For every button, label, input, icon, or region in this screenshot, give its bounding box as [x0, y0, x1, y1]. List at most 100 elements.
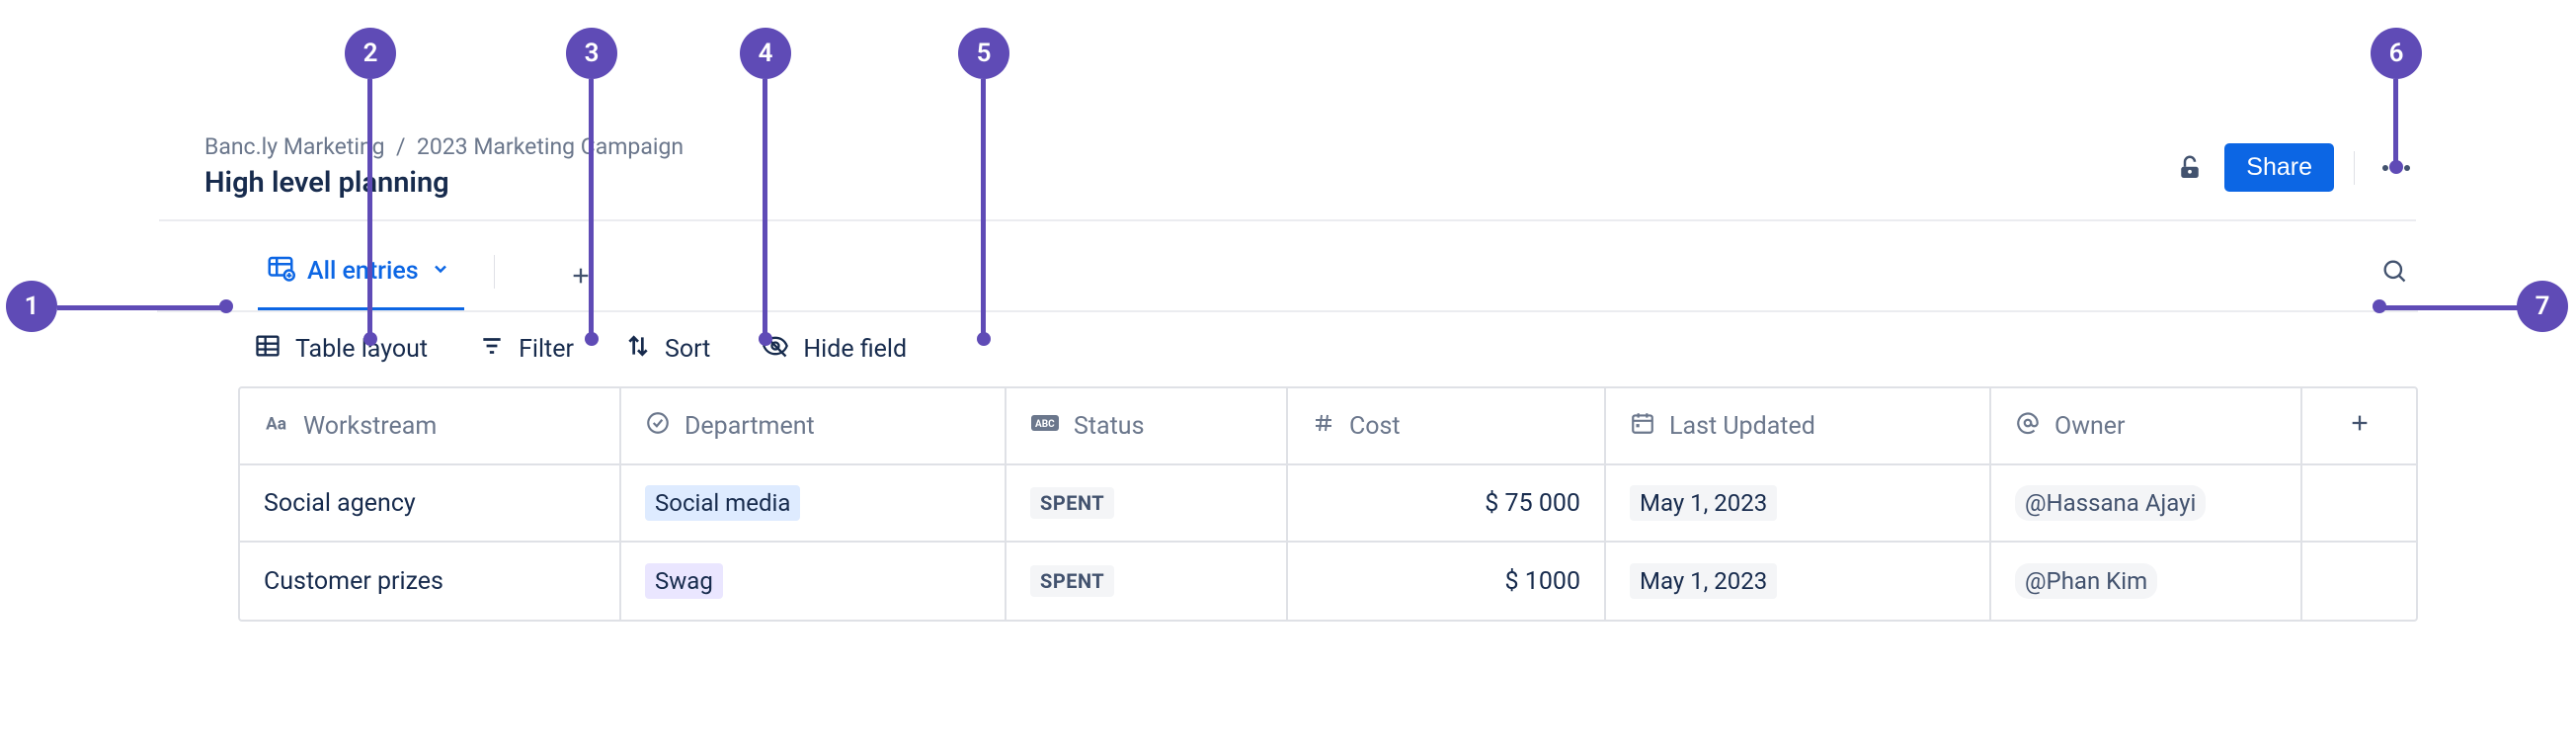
calendar-icon [1630, 410, 1655, 443]
column-label: Owner [2054, 412, 2126, 441]
column-label: Workstream [303, 412, 437, 441]
tool-label: Table layout [295, 335, 428, 364]
callout-line-6 [2393, 79, 2398, 164]
callout-line-4 [763, 79, 767, 336]
callout-dot [759, 332, 772, 346]
callout-dot [977, 332, 991, 346]
chevron-down-icon [431, 257, 450, 286]
callout-dot [2373, 299, 2386, 313]
divider [494, 255, 495, 289]
breadcrumb: Banc.ly Marketing / 2023 Marketing Campa… [204, 133, 2418, 160]
view-tab-label: All entries [307, 257, 419, 286]
callout-4: 4 [740, 28, 791, 79]
callout-1: 1 [6, 281, 57, 332]
callout-3: 3 [566, 28, 617, 79]
column-header-cost[interactable]: Cost [1288, 388, 1606, 463]
cell-workstream[interactable]: Social agency [240, 465, 621, 541]
app-frame: Banc.ly Marketing / 2023 Marketing Campa… [157, 133, 2418, 622]
status-type-icon: ABC [1030, 412, 1060, 441]
tool-label: Hide field [803, 335, 907, 364]
sort-button[interactable]: Sort [625, 333, 710, 366]
callout-line-2 [367, 79, 372, 336]
sort-icon [625, 333, 651, 366]
callout-dot [363, 332, 377, 346]
number-type-icon [1312, 411, 1335, 442]
callout-dot [219, 299, 233, 313]
callout-line-1 [57, 305, 223, 310]
cell-owner[interactable]: @Phan Kim [1991, 543, 2302, 620]
callout-5: 5 [958, 28, 1009, 79]
add-view-button[interactable] [560, 260, 602, 294]
bottom-cutoff [0, 636, 2576, 755]
cell-cost[interactable]: $ 75 000 [1288, 465, 1606, 541]
table-header-row: Aa Workstream Department ABC Status [240, 388, 2416, 465]
unlock-icon[interactable] [2175, 153, 2205, 183]
date-chip: May 1, 2023 [1630, 563, 1777, 599]
text-type-icon: Aa [264, 410, 289, 443]
search-button[interactable] [2380, 257, 2408, 296]
column-label: Cost [1349, 412, 1401, 441]
cell-owner[interactable]: @Hassana Ajayi [1991, 465, 2302, 541]
status-badge: SPENT [1030, 565, 1114, 597]
cell-cost[interactable]: $ 1000 [1288, 543, 1606, 620]
status-badge: SPENT [1030, 487, 1114, 519]
view-bar: All entries [157, 221, 2418, 310]
callout-6: 6 [2371, 28, 2422, 79]
cell-department[interactable]: Swag [621, 543, 1006, 620]
callout-line-7 [2382, 305, 2519, 310]
mention-type-icon [2015, 410, 2041, 443]
callout-line-5 [981, 79, 986, 336]
filter-icon [479, 333, 505, 366]
table-row[interactable]: Customer prizes Swag SPENT $ 1000 May 1,… [240, 543, 2416, 620]
column-header-workstream[interactable]: Aa Workstream [240, 388, 621, 463]
column-label: Last Updated [1669, 412, 1815, 441]
tag: Social media [645, 485, 800, 521]
column-header-owner[interactable]: Owner [1991, 388, 2302, 463]
column-label: Department [684, 412, 815, 441]
page-header: Banc.ly Marketing / 2023 Marketing Campa… [157, 133, 2418, 219]
tag: Swag [645, 563, 723, 599]
cell-empty [2302, 465, 2416, 541]
table-layout-button[interactable]: Table layout [254, 332, 428, 367]
breadcrumb-space[interactable]: Banc.ly Marketing [204, 133, 385, 160]
mention-chip: @Phan Kim [2015, 563, 2157, 599]
column-header-status[interactable]: ABC Status [1006, 388, 1288, 463]
callout-line-3 [589, 79, 594, 336]
view-tab-all-entries[interactable]: All entries [258, 243, 464, 310]
table-icon [254, 332, 282, 367]
select-type-icon [645, 410, 671, 443]
column-label: Status [1074, 412, 1144, 441]
filter-button[interactable]: Filter [479, 333, 574, 366]
data-table: Aa Workstream Department ABC Status [238, 386, 2418, 622]
page-title: High level planning [204, 166, 2418, 200]
cell-empty [2302, 543, 2416, 620]
date-chip: May 1, 2023 [1630, 485, 1777, 521]
tool-label: Sort [665, 335, 710, 364]
tool-label: Filter [519, 335, 574, 364]
cell-last-updated[interactable]: May 1, 2023 [1606, 543, 1991, 620]
cell-status[interactable]: SPENT [1006, 465, 1288, 541]
breadcrumb-separator: / [390, 133, 417, 160]
callout-dot [585, 332, 599, 346]
share-button[interactable]: Share [2224, 143, 2334, 192]
svg-text:ABC: ABC [1035, 419, 1055, 430]
breadcrumb-parent[interactable]: 2023 Marketing Campaign [417, 133, 684, 160]
svg-text:Aa: Aa [266, 414, 286, 434]
column-header-last-updated[interactable]: Last Updated [1606, 388, 1991, 463]
database-view-icon [266, 253, 295, 290]
table-toolbar: Table layout Filter Sort [157, 310, 2418, 386]
cell-last-updated[interactable]: May 1, 2023 [1606, 465, 1991, 541]
plus-icon [2349, 412, 2371, 441]
header-actions: Share [2175, 143, 2418, 192]
callout-7: 7 [2517, 281, 2568, 332]
callout-2: 2 [345, 28, 396, 79]
cell-status[interactable]: SPENT [1006, 543, 1288, 620]
cell-department[interactable]: Social media [621, 465, 1006, 541]
mention-chip: @Hassana Ajayi [2015, 485, 2206, 521]
column-header-department[interactable]: Department [621, 388, 1006, 463]
callout-dot [2389, 160, 2403, 174]
cell-workstream[interactable]: Customer prizes [240, 543, 621, 620]
hide-field-button[interactable]: Hide field [762, 332, 907, 367]
table-row[interactable]: Social agency Social media SPENT $ 75 00… [240, 465, 2416, 543]
add-column-button[interactable] [2302, 388, 2416, 463]
